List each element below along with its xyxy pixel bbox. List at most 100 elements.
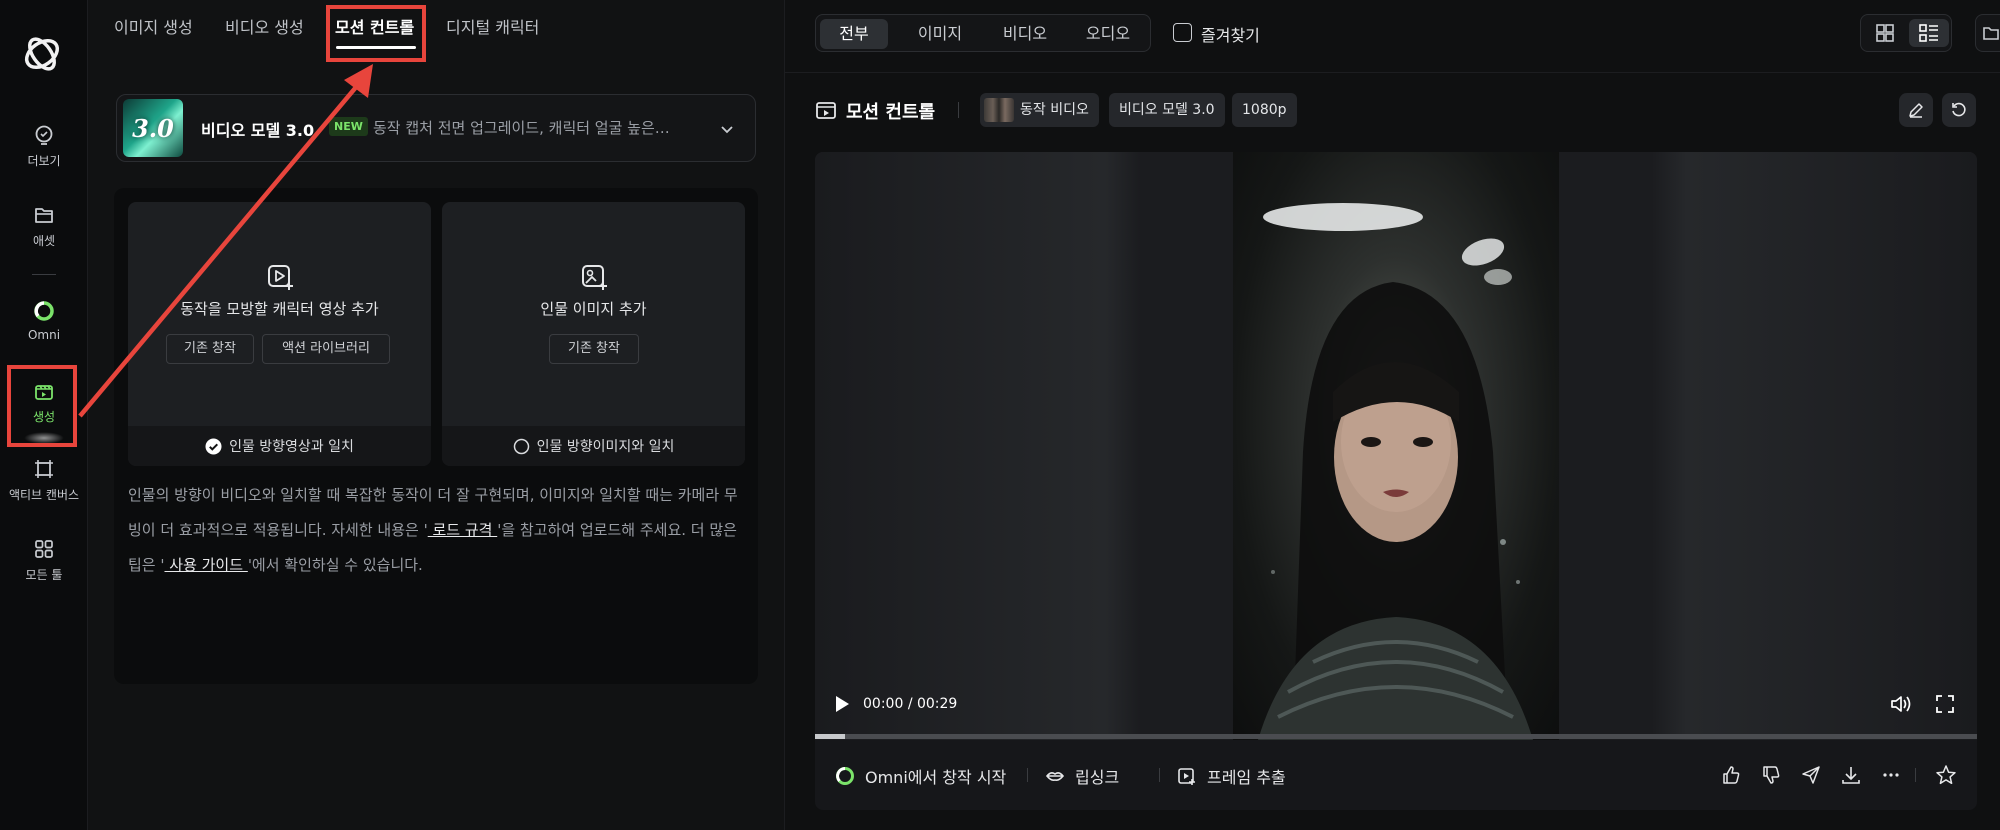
folder-icon xyxy=(35,208,53,223)
sidebar-item-all-tools[interactable]: 모든 툴 xyxy=(0,538,88,583)
result-title: 모션 컨트롤 xyxy=(846,102,936,123)
time-separator: / xyxy=(907,696,913,712)
user-guide-link[interactable]: 사용 가이드 xyxy=(165,556,248,574)
action-divider xyxy=(1915,768,1916,782)
progress-track[interactable] xyxy=(815,734,1977,739)
model-badge-text: 3.0 xyxy=(132,113,174,143)
star-icon[interactable] xyxy=(1935,764,1957,786)
filter-image[interactable]: 이미지 xyxy=(896,19,984,49)
existing-creation-button[interactable]: 기존 창작 xyxy=(166,334,254,364)
title-divider xyxy=(958,102,959,118)
sidebar-item-assets[interactable]: 애셋 xyxy=(0,204,88,249)
help-text-part: '에서 확인하실 수 있습니다. xyxy=(247,556,423,574)
annotation-box-create xyxy=(7,365,77,447)
option-label: 인물 방향영상과 일치 xyxy=(229,439,354,455)
model-thumbnail: 3.0 xyxy=(123,99,183,157)
list-view-button[interactable] xyxy=(1909,19,1949,47)
regenerate-button[interactable] xyxy=(1942,93,1976,127)
grid-view-icon xyxy=(1876,24,1894,42)
sidebar-divider xyxy=(32,274,56,275)
model-description: 동작 캡처 전면 업그레이드, 캐릭터 얼굴 높은… xyxy=(373,119,670,137)
volume-icon[interactable] xyxy=(1889,693,1913,715)
sidebar-item-label: 모든 툴 xyxy=(25,568,63,582)
filter-all[interactable]: 전부 xyxy=(820,19,888,49)
filter-audio[interactable]: 오디오 xyxy=(1068,19,1148,49)
current-time: 00:00 xyxy=(863,696,904,712)
app-logo[interactable] xyxy=(20,32,64,76)
frame-extract-button[interactable]: 프레임 추출 xyxy=(1177,764,1286,788)
lipsync-button[interactable]: 립싱크 xyxy=(1045,764,1119,788)
download-icon[interactable] xyxy=(1841,765,1861,785)
logo-icon xyxy=(24,37,60,71)
motion-video-thumbnail xyxy=(984,98,1014,122)
favorites-checkbox[interactable] xyxy=(1173,23,1192,42)
start-in-omni-button[interactable]: Omni에서 창작 시작 xyxy=(835,764,1006,788)
add-video-icon xyxy=(268,265,293,290)
edit-button[interactable] xyxy=(1899,93,1933,127)
load-spec-link[interactable]: 로드 규격 xyxy=(428,521,498,539)
image-upload-title: 인물 이미지 추가 xyxy=(540,300,647,318)
media-filter: 전부 이미지 비디오 오디오 xyxy=(815,14,1151,52)
header-divider xyxy=(785,72,2000,73)
model-selector[interactable]: 3.0 비디오 모델 3.0 NEW 동작 캡처 전면 업그레이드, 캐릭터 얼… xyxy=(116,94,756,162)
action-label: 프레임 추출 xyxy=(1207,768,1286,787)
character-image-upload[interactable]: 인물 이미지 추가 기존 창작 인물 방향이미지와 일치 xyxy=(442,202,745,466)
resolution-chip[interactable]: 1080p xyxy=(1232,93,1297,127)
thumbs-down-icon[interactable] xyxy=(1761,765,1781,785)
duration: 00:29 xyxy=(916,696,958,712)
favorites-label: 즐겨찾기 xyxy=(1201,26,1260,45)
omni-ring-icon xyxy=(836,767,854,785)
model-chip[interactable]: 비디오 모델 3.0 xyxy=(1109,93,1225,127)
filter-video[interactable]: 비디오 xyxy=(984,19,1066,49)
result-actions: Omni에서 창작 시작 립싱크 프레임 추출 xyxy=(815,740,1977,810)
video-frame xyxy=(1233,152,1559,740)
progress-fill xyxy=(815,734,846,739)
folder-button[interactable] xyxy=(1975,14,2000,52)
time-display: 00:00 / 00:29 xyxy=(863,696,957,712)
action-label: Omni에서 창작 시작 xyxy=(865,768,1007,787)
video-upload-title: 동작을 모방할 캐릭터 영상 추가 xyxy=(180,300,379,318)
refresh-icon xyxy=(1952,102,1966,117)
tab-video-generation[interactable]: 비디오 생성 xyxy=(225,14,304,38)
fullscreen-icon[interactable] xyxy=(1935,694,1955,714)
lips-icon xyxy=(1045,772,1065,781)
frame-extract-icon xyxy=(1178,768,1195,785)
orientation-help-text: 인물의 방향이 비디오와 일치할 때 복잡한 동작이 더 잘 구현되며, 이미지… xyxy=(128,478,746,583)
thumbs-up-icon[interactable] xyxy=(1721,765,1741,785)
annotation-box-motion-tab xyxy=(326,5,426,62)
image-orientation-option[interactable]: 인물 방향이미지와 일치 xyxy=(442,426,745,466)
grid-view-button[interactable] xyxy=(1867,19,1903,47)
new-badge: NEW xyxy=(329,117,368,136)
video-orientation-option[interactable]: 인물 방향영상과 일치 xyxy=(128,426,431,466)
action-library-button[interactable]: 액션 라이브러리 xyxy=(262,334,390,364)
sidebar-item-label: Omni xyxy=(27,328,61,342)
character-video-upload[interactable]: 동작을 모방할 캐릭터 영상 추가 기존 창작 액션 라이브러리 인물 방향영상… xyxy=(128,202,431,466)
action-divider xyxy=(1027,768,1028,782)
check-circle-icon xyxy=(205,438,222,454)
pencil-icon xyxy=(1909,103,1923,118)
chip-label: 동작 비디오 xyxy=(1020,102,1089,118)
grid-icon xyxy=(35,540,53,558)
view-toggle xyxy=(1860,14,1952,52)
sidebar-item-label: 애셋 xyxy=(32,234,56,248)
sidebar-item-more[interactable]: 더보기 xyxy=(0,124,88,169)
sidebar-item-label: 더보기 xyxy=(27,154,61,168)
play-icon[interactable] xyxy=(833,694,851,714)
sidebar-item-canvas[interactable]: 액티브 캔버스 xyxy=(0,458,88,503)
existing-creation-button[interactable]: 기존 창작 xyxy=(549,334,639,364)
action-divider xyxy=(1159,768,1160,782)
motion-video-chip[interactable]: 동작 비디오 xyxy=(980,93,1099,127)
sidebar-item-omni[interactable]: Omni xyxy=(0,300,88,342)
send-icon[interactable] xyxy=(1801,765,1821,785)
option-label: 인물 방향이미지와 일치 xyxy=(536,439,675,455)
motion-control-icon xyxy=(816,102,836,119)
generation-panel: 이미지 생성 비디오 생성 모션 컨트롤 디지털 캐릭터 3.0 비디오 모델 … xyxy=(88,0,784,830)
radio-empty-icon xyxy=(513,438,529,454)
model-name: 비디오 모델 3.0 xyxy=(201,121,315,140)
tab-digital-character[interactable]: 디지털 캐릭터 xyxy=(446,14,539,38)
more-options-icon[interactable] xyxy=(1881,765,1901,785)
video-player[interactable]: 00:00 / 00:29 xyxy=(815,152,1977,740)
list-view-icon xyxy=(1919,24,1938,42)
tab-image-generation[interactable]: 이미지 생성 xyxy=(114,14,193,38)
video-frame-image xyxy=(1258,203,1533,740)
